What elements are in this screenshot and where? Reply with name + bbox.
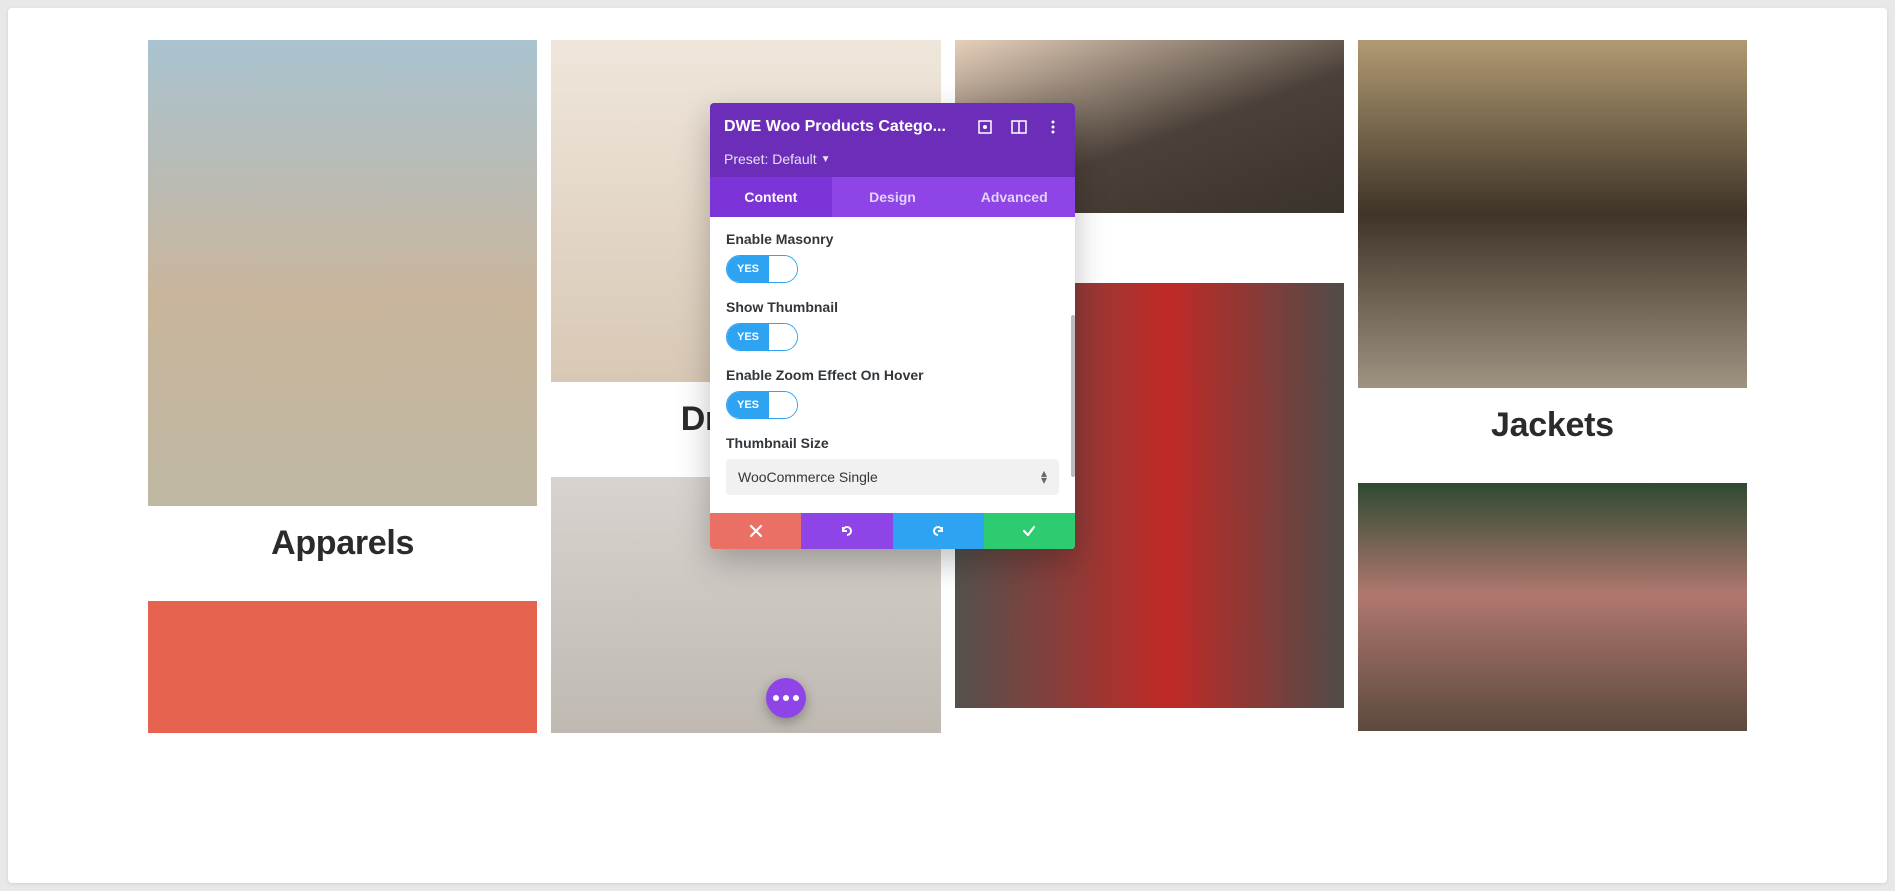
builder-fab-button[interactable] (766, 678, 806, 718)
category-label: Apparels (148, 506, 537, 587)
undo-button[interactable] (801, 513, 892, 549)
category-image (148, 601, 537, 733)
caret-down-icon: ▼ (821, 154, 831, 165)
scrollbar-thumb[interactable] (1071, 315, 1075, 477)
toggle-on-label: YES (727, 256, 769, 282)
tab-advanced[interactable]: Advanced (953, 177, 1075, 217)
tab-content[interactable]: Content (710, 177, 832, 217)
toggle-show-thumbnail[interactable]: YES (726, 323, 798, 351)
toggle-knob (769, 256, 797, 282)
modal-tabs: Content Design Advanced (710, 177, 1075, 217)
modal-title: DWE Woo Products Catego... (724, 118, 967, 136)
cancel-button[interactable] (710, 513, 801, 549)
toggle-on-label: YES (727, 392, 769, 418)
undo-icon (839, 523, 855, 539)
category-card[interactable] (1358, 483, 1747, 731)
redo-icon (930, 523, 946, 539)
preset-label: Preset: Default (724, 151, 817, 167)
module-settings-modal: DWE Woo Products Catego... Preset: Defau… (710, 103, 1075, 549)
category-image (1358, 483, 1747, 731)
category-image (1358, 40, 1747, 388)
toggle-on-label: YES (727, 324, 769, 350)
more-vertical-icon[interactable] (1045, 119, 1061, 135)
close-icon (748, 523, 764, 539)
preset-dropdown[interactable]: Preset: Default ▼ (724, 151, 1061, 177)
tab-design[interactable]: Design (832, 177, 954, 217)
category-image (148, 40, 537, 506)
confirm-button[interactable] (984, 513, 1075, 549)
modal-body: Enable Masonry YES Show Thumbnail YES En… (710, 217, 1075, 513)
modal-header[interactable]: DWE Woo Products Catego... Preset: Defau… (710, 103, 1075, 177)
columns-icon[interactable] (1011, 119, 1027, 135)
field-label-masonry: Enable Masonry (726, 231, 1059, 247)
field-label-thumbsize: Thumbnail Size (726, 435, 1059, 451)
check-icon (1021, 523, 1037, 539)
category-card[interactable] (148, 601, 537, 733)
toggle-enable-masonry[interactable]: YES (726, 255, 798, 283)
modal-footer (710, 513, 1075, 549)
page-builder-viewport: Apparels Dresses (8, 8, 1887, 883)
field-label-zoom: Enable Zoom Effect On Hover (726, 367, 1059, 383)
toggle-knob (769, 392, 797, 418)
category-card-jackets[interactable]: Jackets (1358, 40, 1747, 469)
select-thumbnail-size[interactable]: WooCommerce Single (726, 459, 1059, 495)
category-card-apparels[interactable]: Apparels (148, 40, 537, 587)
category-label: Jackets (1358, 388, 1747, 469)
field-label-thumbnail: Show Thumbnail (726, 299, 1059, 315)
redo-button[interactable] (893, 513, 984, 549)
expand-icon[interactable] (977, 119, 993, 135)
toggle-zoom-hover[interactable]: YES (726, 391, 798, 419)
toggle-knob (769, 324, 797, 350)
